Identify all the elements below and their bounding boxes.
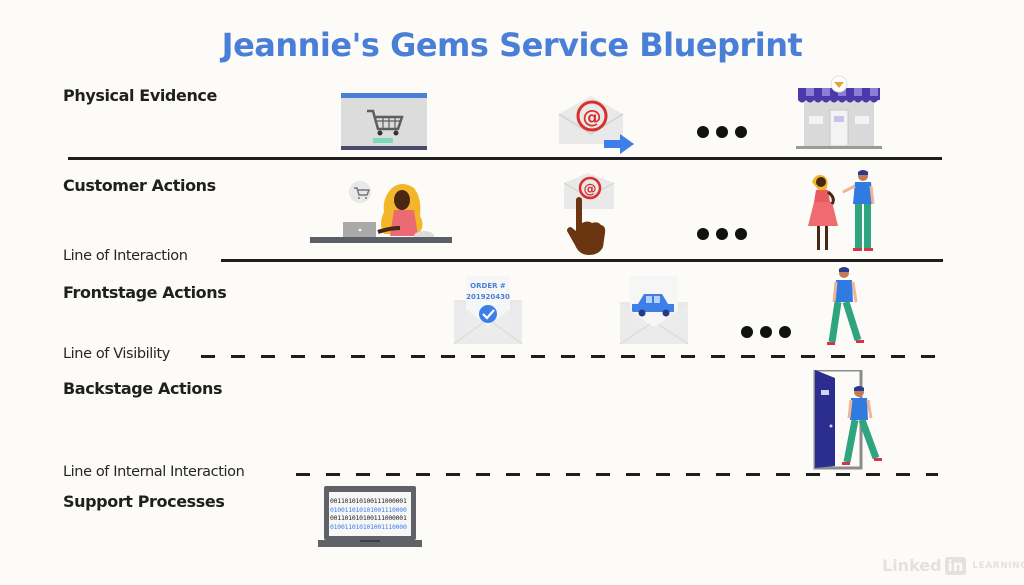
line-label-interaction: Line of Interaction xyxy=(63,248,188,264)
staff-walking-icon xyxy=(826,266,866,348)
order-number-text: 201920430 xyxy=(466,293,510,301)
line-label-visibility: Line of Visibility xyxy=(63,346,170,362)
watermark-in-box: in xyxy=(944,556,967,575)
email-sent-icon: @ xyxy=(556,96,638,154)
watermark-brand: Linked xyxy=(882,556,942,575)
delivery-car-email-icon xyxy=(618,276,690,346)
linkedin-learning-watermark: Linked in LEARNING xyxy=(882,556,1024,575)
binary-data-laptop-icon: 001101010100111000001 010011010101001110… xyxy=(318,486,422,548)
binary-line: 001101010100111000001 xyxy=(330,497,407,505)
lane-label-backstage-actions: Backstage Actions xyxy=(63,379,223,398)
lane-label-frontstage-actions: Frontstage Actions xyxy=(63,283,227,302)
shopping-cart-webpage-icon xyxy=(341,93,427,150)
woman-at-laptop-icon xyxy=(310,178,452,244)
ellipsis-icon xyxy=(697,228,747,240)
lane-label-customer-actions: Customer Actions xyxy=(63,176,216,195)
finger-tapping-email-icon: @ xyxy=(558,173,618,257)
svg-text:@: @ xyxy=(584,182,597,197)
lane-label-physical-evidence: Physical Evidence xyxy=(63,86,217,105)
line-label-internal-interaction: Line of Internal Interaction xyxy=(63,464,245,480)
line-of-visibility xyxy=(201,355,943,358)
binary-line: 010011010101001110000 xyxy=(330,522,407,531)
storefront-icon xyxy=(796,74,882,150)
line-of-internal-interaction xyxy=(296,473,938,476)
lane-label-support-processes: Support Processes xyxy=(63,492,225,511)
ellipsis-icon xyxy=(741,326,791,338)
order-confirmation-email-icon: ORDER # 201920430 xyxy=(452,276,524,346)
page-title: Jeannie's Gems Service Blueprint xyxy=(221,26,803,64)
customer-greeting-staff-icon xyxy=(806,168,880,254)
ellipsis-icon xyxy=(697,126,747,138)
staff-exiting-door-icon xyxy=(813,370,885,470)
binary-line: 001101010100111000001 xyxy=(330,514,407,522)
lane-divider-line xyxy=(68,157,942,160)
watermark-suffix: LEARNING xyxy=(972,560,1024,571)
line-of-interaction xyxy=(221,259,943,262)
order-heading-text: ORDER # xyxy=(470,282,506,290)
binary-line: 010011010101001110000 xyxy=(330,505,407,514)
svg-text:@: @ xyxy=(583,106,602,128)
